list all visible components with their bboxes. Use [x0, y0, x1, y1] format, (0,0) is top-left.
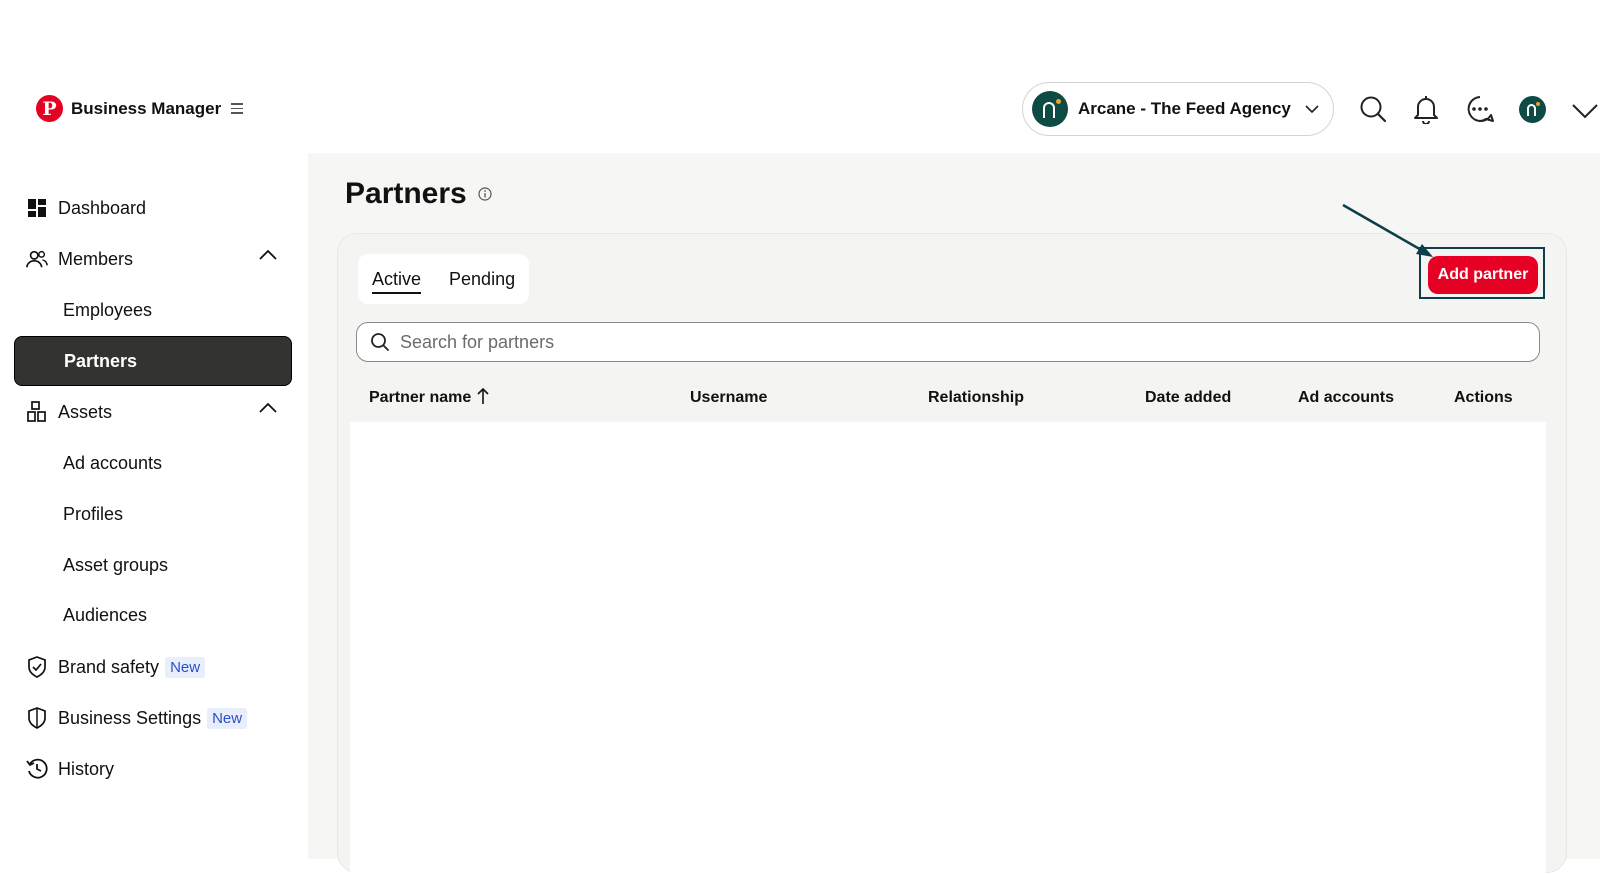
search-input[interactable] [398, 330, 1502, 354]
sidebar-item-business-settings[interactable]: Business Settings New [14, 693, 292, 743]
app-title: Business Manager [71, 98, 222, 118]
sidebar-item-dashboard[interactable]: Dashboard [14, 183, 292, 233]
chevron-down-icon[interactable] [1570, 96, 1600, 126]
partners-card: Active Pending Add partner Partner name … [337, 233, 1567, 874]
sidebar-item-label: Assets [58, 401, 113, 422]
shield-check-icon [26, 656, 48, 678]
sidebar: Dashboard Members Employees Partners Ass… [0, 153, 308, 859]
chevron-up-icon[interactable] [258, 402, 278, 414]
sidebar-item-history[interactable]: History [14, 744, 292, 794]
tab-active[interactable]: Active [358, 254, 435, 304]
brand: P Business Manager [36, 95, 244, 122]
menu-icon[interactable] [231, 103, 244, 114]
chevron-up-icon[interactable] [258, 249, 278, 261]
search-icon[interactable] [1358, 94, 1388, 124]
sidebar-item-brand-safety[interactable]: Brand safety New [14, 642, 292, 692]
main-content: Partners Active Pending Add partner Part… [308, 153, 1600, 874]
sidebar-item-partners[interactable]: Partners [14, 336, 292, 386]
sidebar-item-label: Ad accounts [63, 452, 163, 473]
dashboard-icon [26, 197, 48, 219]
new-badge: New [165, 656, 206, 678]
user-avatar[interactable] [1519, 96, 1546, 123]
sidebar-item-label: Employees [63, 299, 153, 320]
page-title: Partners [345, 177, 467, 210]
column-header-actions: Actions [1454, 389, 1513, 406]
shield-icon [26, 707, 48, 729]
sidebar-item-members[interactable]: Members [14, 234, 292, 284]
sidebar-item-label: Brand safety [58, 656, 160, 677]
assets-icon [26, 401, 48, 423]
column-header-relationship[interactable]: Relationship [928, 389, 1024, 407]
history-icon [26, 758, 48, 780]
sort-ascending-icon[interactable] [477, 387, 489, 405]
sidebar-item-label: Partners [64, 350, 138, 371]
sidebar-item-label: Members [58, 248, 134, 269]
sidebar-item-label: Dashboard [58, 197, 147, 218]
account-switcher[interactable]: Arcane - The Feed Agency [1022, 82, 1334, 136]
column-header-date-added[interactable]: Date added [1145, 389, 1231, 407]
sidebar-item-label: Asset groups [63, 554, 169, 575]
new-badge: New [207, 707, 248, 729]
top-bar: P Business Manager Arcane - The Feed Age… [0, 0, 1600, 153]
table-body-empty [350, 422, 1546, 874]
messages-icon[interactable] [1465, 94, 1495, 124]
account-avatar [1032, 91, 1068, 127]
sidebar-item-label: Profiles [63, 503, 124, 524]
sidebar-item-assets[interactable]: Assets [14, 387, 292, 437]
column-header-username[interactable]: Username [690, 389, 767, 407]
bell-icon[interactable] [1411, 94, 1441, 124]
sidebar-item-ad-accounts[interactable]: Ad accounts [14, 438, 292, 488]
column-header-ad-accounts[interactable]: Ad accounts [1298, 389, 1394, 407]
sidebar-item-employees[interactable]: Employees [14, 285, 292, 335]
column-header-partner-name[interactable]: Partner name [369, 389, 471, 407]
pinterest-logo-icon[interactable]: P [36, 95, 63, 122]
add-partner-button[interactable]: Add partner [1428, 256, 1538, 294]
sidebar-item-label: History [58, 758, 115, 779]
chevron-down-icon [1305, 104, 1319, 113]
account-name: Arcane - The Feed Agency [1078, 99, 1291, 118]
table-header: Partner name Username Relationship Date … [350, 374, 1546, 422]
sidebar-item-label: Business Settings [58, 707, 202, 728]
tab-pending[interactable]: Pending [435, 254, 529, 304]
info-icon[interactable] [478, 187, 492, 201]
sidebar-item-label: Audiences [63, 604, 148, 625]
members-icon [26, 248, 48, 270]
search-bar[interactable] [356, 322, 1540, 362]
sidebar-item-profiles[interactable]: Profiles [14, 489, 292, 539]
sidebar-item-asset-groups[interactable]: Asset groups [14, 540, 292, 590]
search-icon [370, 332, 390, 352]
tab-bar: Active Pending [358, 254, 530, 304]
sidebar-item-audiences[interactable]: Audiences [14, 590, 292, 640]
